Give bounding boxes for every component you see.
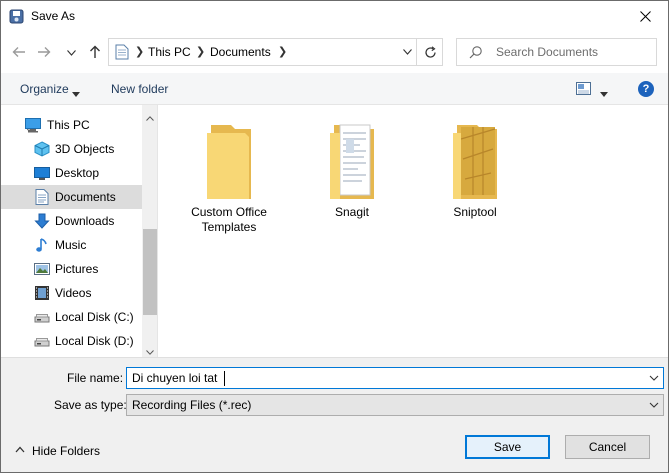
save-type-value: Recording Files (*.rec): [132, 398, 252, 412]
nav-scrollbar[interactable]: [142, 105, 157, 357]
search-icon: [469, 45, 483, 62]
nav-item-documents[interactable]: Documents: [1, 185, 142, 209]
nav-item-pictures[interactable]: Pictures: [1, 257, 142, 281]
navigation-pane: This PC 3D Objects Desktop Documents Dow…: [1, 105, 158, 357]
nav-label: Local Disk (D:): [55, 334, 134, 348]
nav-label: Downloads: [55, 214, 115, 228]
folder-label: Sniptool: [453, 205, 497, 219]
breadcrumb-documents[interactable]: Documents: [210, 45, 271, 59]
scroll-down-icon[interactable]: [146, 344, 154, 357]
pictures-icon: [34, 261, 50, 277]
videos-icon: [34, 285, 50, 301]
close-button[interactable]: [622, 1, 668, 32]
file-name-input[interactable]: Di chuyen loi tat: [132, 371, 217, 385]
downloads-icon: [34, 213, 50, 229]
folder-with-image-icon: [443, 119, 507, 203]
documents-icon: [34, 189, 50, 205]
folder-item[interactable]: Custom Office Templates: [179, 119, 279, 235]
address-history-button[interactable]: [399, 42, 415, 62]
nav-label: Local Disk (C:): [55, 310, 134, 324]
file-name-label: File name:: [67, 371, 124, 385]
search-box[interactable]: Search Documents: [456, 38, 657, 66]
chevron-up-icon: [15, 446, 25, 453]
file-list: Custom Office Templates Snagit Sniptool: [159, 105, 668, 357]
file-name-dropdown[interactable]: [647, 371, 661, 388]
nav-label: Music: [55, 238, 87, 252]
nav-item-desktop[interactable]: Desktop: [1, 161, 142, 185]
hide-folders-label: Hide Folders: [32, 444, 101, 458]
nav-item-videos[interactable]: Videos: [1, 281, 142, 305]
pc-icon: [25, 117, 41, 133]
forward-button[interactable]: [35, 43, 53, 61]
chevron-down-icon: [402, 49, 412, 55]
text-caret: [224, 371, 225, 386]
breadcrumb-separator-icon: ❯: [196, 46, 206, 58]
breadcrumb-this-pc[interactable]: This PC: [148, 45, 191, 59]
new-folder-button[interactable]: New folder: [111, 82, 168, 96]
view-details-icon: [576, 82, 591, 95]
nav-label: Videos: [55, 286, 92, 300]
organize-button[interactable]: Organize: [20, 82, 69, 96]
chevron-down-icon: [66, 50, 76, 56]
arrow-left-icon: [12, 47, 25, 57]
chevron-down-icon: [649, 402, 659, 408]
command-toolbar: Organize New folder ?: [1, 73, 668, 105]
chevron-down-icon: [649, 375, 659, 381]
breadcrumb-separator-icon: ❯: [135, 46, 145, 58]
save-type-dropdown[interactable]: [647, 398, 661, 415]
drive-icon: [34, 309, 50, 325]
window-title: Save As: [31, 9, 76, 23]
folder-item[interactable]: Snagit: [302, 119, 402, 220]
arrow-right-icon: [38, 47, 51, 57]
save-type-select[interactable]: Recording Files (*.rec): [126, 394, 664, 416]
nav-item-music[interactable]: Music: [1, 233, 142, 257]
scrollbar-thumb[interactable]: [143, 229, 157, 315]
nav-item-local-disk-c[interactable]: Local Disk (C:): [1, 305, 142, 329]
caret-down-icon: [72, 86, 80, 100]
address-bar[interactable]: ❯ This PC ❯ Documents ❯: [108, 38, 443, 66]
save-type-label: Save as type:: [54, 398, 127, 412]
nav-label: Desktop: [55, 166, 100, 180]
refresh-button[interactable]: [416, 39, 443, 65]
scroll-up-icon[interactable]: [146, 110, 154, 124]
nav-item-downloads[interactable]: Downloads: [1, 209, 142, 233]
close-icon: [639, 11, 651, 22]
cancel-button[interactable]: Cancel: [565, 435, 650, 459]
search-input[interactable]: Search Documents: [496, 45, 598, 59]
documents-location-icon: [115, 44, 129, 63]
recent-locations-button[interactable]: [62, 44, 80, 62]
nav-item-3d-objects[interactable]: 3D Objects: [1, 137, 142, 161]
save-form: File name: Di chuyen loi tat Save as typ…: [1, 357, 668, 472]
folder-icon: [197, 119, 261, 203]
folder-item[interactable]: Sniptool: [425, 119, 525, 220]
nav-item-this-pc[interactable]: This PC: [1, 113, 142, 137]
save-dialog-icon: [9, 9, 24, 24]
arrow-up-icon: [90, 45, 100, 58]
nav-label: 3D Objects: [55, 142, 115, 156]
nav-label: Documents: [55, 190, 116, 204]
drive-icon: [34, 333, 50, 349]
folder-label: Custom Office Templates: [191, 205, 267, 234]
nav-label: Pictures: [55, 262, 99, 276]
caret-down-icon[interactable]: [600, 86, 608, 100]
file-name-field[interactable]: Di chuyen loi tat: [126, 367, 664, 389]
folder-label: Snagit: [334, 205, 370, 219]
desktop-icon: [34, 165, 50, 181]
breadcrumb-separator-icon: ❯: [278, 46, 288, 58]
up-button[interactable]: [86, 43, 104, 61]
nav-item-local-disk-d[interactable]: Local Disk (D:): [1, 329, 142, 353]
help-button[interactable]: ?: [638, 81, 654, 97]
title-bar: Save As: [1, 1, 668, 32]
change-view-button[interactable]: [576, 82, 591, 98]
nav-label: This PC: [47, 118, 90, 132]
save-button[interactable]: Save: [465, 435, 550, 459]
refresh-icon: [424, 45, 436, 58]
music-icon: [34, 237, 50, 253]
folder-with-documents-icon: [320, 119, 384, 203]
save-as-dialog: Save As ❯ This PC ❯ Documents ❯ Search D…: [0, 0, 669, 473]
back-button[interactable]: [10, 43, 28, 61]
3d-objects-icon: [34, 141, 50, 157]
